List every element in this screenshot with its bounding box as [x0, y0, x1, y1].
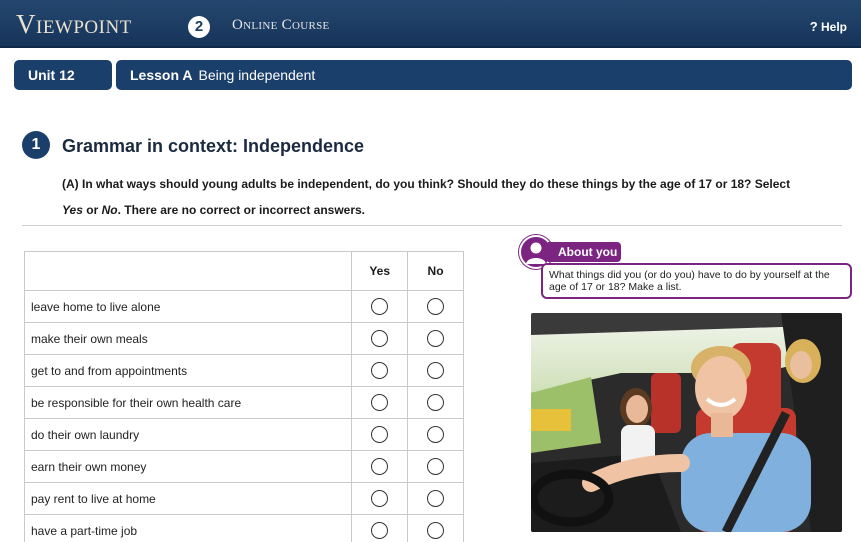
no-cell: [407, 482, 464, 515]
yes-cell: [351, 418, 409, 451]
top-bar: Viewpoint 2 Online Course ? Help: [0, 0, 861, 48]
yes-cell: [351, 386, 409, 419]
about-you-label: About you: [548, 242, 621, 262]
yes-radio[interactable]: [371, 426, 389, 443]
no-radio[interactable]: [427, 298, 445, 315]
statement-text: get to and from appointments: [23, 354, 353, 387]
no-cell: [407, 450, 464, 483]
statement-text: leave home to live alone: [23, 290, 353, 323]
no-radio[interactable]: [427, 426, 445, 443]
no-radio[interactable]: [427, 458, 445, 475]
statement-text: pay rent to live at home: [23, 482, 353, 515]
yes-cell: [351, 482, 409, 515]
question-table: Yes No leave home to live alone make thei…: [23, 251, 464, 542]
lesson-tab[interactable]: Lesson A Being independent: [116, 60, 852, 90]
no-radio[interactable]: [427, 522, 445, 539]
driving-teen-photo: [531, 313, 842, 532]
yes-cell: [351, 322, 409, 355]
unit-tab[interactable]: Unit 12: [14, 60, 112, 90]
yes-radio[interactable]: [371, 362, 389, 379]
instructions-or: or: [82, 203, 102, 217]
instructions-no: No: [101, 203, 118, 217]
statement-text: do their own laundry: [23, 418, 353, 451]
header-statement: [23, 251, 353, 291]
statement-text: have a part-time job: [23, 514, 353, 542]
table-row: get to and from appointments: [23, 354, 464, 387]
yes-cell: [351, 290, 409, 323]
yes-radio[interactable]: [371, 330, 389, 347]
yes-radio[interactable]: [371, 458, 389, 475]
no-radio[interactable]: [427, 330, 445, 347]
table-row: make their own meals: [23, 322, 464, 355]
help-icon: ?: [809, 19, 818, 34]
table-row: be responsible for their own health care: [23, 386, 464, 419]
help-button[interactable]: ? Help: [810, 19, 847, 34]
section-number-badge: 1: [22, 131, 50, 159]
lesson-title: Being independent: [198, 67, 316, 83]
no-cell: [407, 290, 464, 323]
yes-radio[interactable]: [371, 298, 389, 315]
no-radio[interactable]: [427, 394, 445, 411]
statement-text: earn their own money: [23, 450, 353, 483]
yes-radio[interactable]: [371, 394, 389, 411]
table-row: leave home to live alone: [23, 290, 464, 323]
no-cell: [407, 418, 464, 451]
instructions: (A) In what ways should young adults be …: [62, 171, 832, 223]
yes-radio[interactable]: [371, 522, 389, 539]
no-radio[interactable]: [427, 362, 445, 379]
about-you-prompt: What things did you (or do you) have to …: [541, 263, 852, 299]
header-no: No: [407, 251, 464, 291]
header-yes: Yes: [351, 251, 409, 291]
instructions-text-end: . There are no correct or incorrect answ…: [117, 203, 366, 217]
brand-logo: Viewpoint: [16, 9, 132, 39]
yes-radio[interactable]: [371, 490, 389, 507]
yes-cell: [351, 354, 409, 387]
instructions-text: (A) In what ways should young adults be …: [62, 177, 791, 191]
table-row: pay rent to live at home: [23, 482, 464, 515]
divider: [22, 225, 842, 226]
brand-level-badge: 2: [188, 16, 210, 38]
table-row: have a part-time job: [23, 514, 464, 542]
table-header-row: Yes No: [23, 251, 464, 291]
brand-subtitle: Online Course: [232, 17, 330, 33]
table-row: do their own laundry: [23, 418, 464, 451]
lesson-prefix: Lesson A: [130, 67, 193, 83]
table-row: earn their own money: [23, 450, 464, 483]
statement-text: be responsible for their own health care: [23, 386, 353, 419]
table-body: leave home to live alone make their own m…: [23, 290, 464, 542]
no-cell: [407, 322, 464, 355]
section-title: Grammar in context: Independence: [62, 136, 365, 156]
yes-cell: [351, 514, 409, 542]
instructions-yes: Yes: [62, 203, 83, 217]
no-cell: [407, 386, 464, 419]
statement-text: make their own meals: [23, 322, 353, 355]
help-label: Help: [820, 20, 847, 34]
no-cell: [407, 514, 464, 542]
no-radio[interactable]: [427, 490, 445, 507]
yes-cell: [351, 450, 409, 483]
no-cell: [407, 354, 464, 387]
